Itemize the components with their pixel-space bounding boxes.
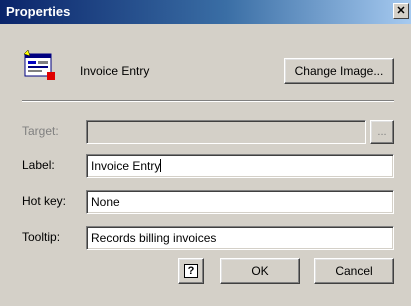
text-cursor [160, 159, 162, 172]
change-image-button[interactable]: Change Image... [284, 58, 394, 84]
close-button[interactable]: ✕ [393, 3, 409, 19]
window-title: Properties [6, 4, 71, 19]
label-field-value: Invoice Entry [91, 159, 161, 173]
separator [22, 100, 394, 102]
icon-label: Invoice Entry [80, 64, 150, 78]
invoice-entry-icon [22, 48, 62, 88]
target-label: Target: [22, 124, 59, 138]
target-field[interactable] [86, 120, 366, 144]
close-icon: ✕ [396, 4, 406, 17]
cancel-button[interactable]: Cancel [314, 258, 394, 284]
tooltip-label: Tooltip: [22, 230, 61, 244]
hotkey-field[interactable]: None [86, 190, 394, 214]
label-field[interactable]: Invoice Entry [86, 154, 394, 178]
help-button[interactable]: ? [178, 258, 204, 284]
help-icon: ? [184, 264, 198, 278]
ok-button[interactable]: OK [220, 258, 300, 284]
hotkey-label: Hot key: [22, 194, 67, 208]
label-label: Label: [22, 158, 55, 172]
tooltip-field[interactable]: Records billing invoices [86, 226, 394, 250]
title-bar[interactable]: Properties ✕ [0, 0, 411, 24]
target-browse-button[interactable]: ... [370, 120, 394, 144]
